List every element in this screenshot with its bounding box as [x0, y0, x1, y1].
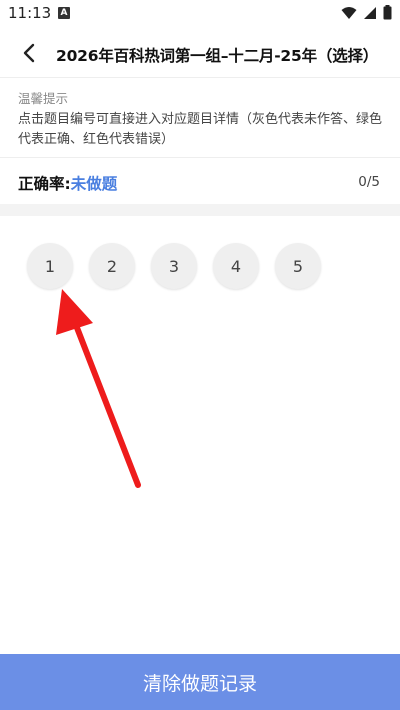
chevron-left-icon	[22, 43, 36, 67]
question-button-5[interactable]: 5	[275, 243, 321, 289]
battery-icon	[383, 4, 392, 24]
page-title: 2026年百科热词第一组–十二月-25年（选择）	[56, 47, 379, 65]
tips-text: 点击题目编号可直接进入对应题目详情（灰色代表未作答、绿色代表正确、红色代表错误）	[18, 112, 383, 147]
status-bar: 11:13 A	[0, 0, 400, 28]
question-button-1[interactable]: 1	[27, 243, 73, 289]
header: 2026年百科热词第一组–十二月-25年（选择）	[0, 32, 400, 78]
accuracy-label-text: 正确率:	[18, 175, 71, 193]
status-time: 11:13	[8, 4, 52, 22]
section-divider	[0, 204, 400, 216]
progress-count: 0/5	[358, 174, 380, 190]
back-button[interactable]	[14, 40, 44, 70]
app-notification-icon: A	[58, 7, 70, 19]
accuracy-row: 正确率:未做题 0/5	[0, 162, 400, 204]
accuracy-label: 正确率:未做题	[18, 172, 117, 194]
question-button-4[interactable]: 4	[213, 243, 259, 289]
question-list: 1 2 3 4 5	[27, 243, 321, 289]
signal-icon	[363, 5, 377, 24]
tips-title: 温馨提示	[18, 91, 69, 106]
wifi-icon	[341, 5, 357, 24]
accuracy-value: 未做题	[70, 175, 118, 193]
question-button-3[interactable]: 3	[151, 243, 197, 289]
question-button-2[interactable]: 2	[89, 243, 135, 289]
tips-panel: 温馨提示 点击题目编号可直接进入对应题目详情（灰色代表未作答、绿色代表正确、红色…	[0, 80, 400, 158]
clear-records-button[interactable]: 清除做题记录	[0, 654, 400, 710]
status-icons	[341, 4, 392, 24]
